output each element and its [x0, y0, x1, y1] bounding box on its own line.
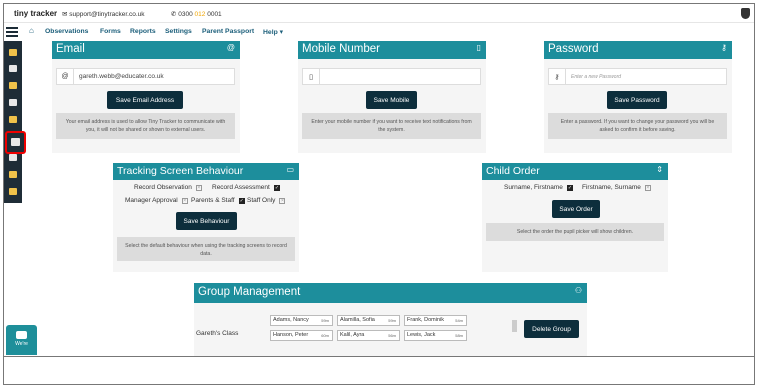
manager-approval-checkbox[interactable]: ×	[181, 197, 188, 204]
staff-only-checkbox[interactable]: ×	[279, 197, 286, 204]
password-note: Enter a password. If you want to change …	[548, 113, 727, 139]
password-field[interactable]: ⚷ Enter a new Password	[548, 68, 727, 85]
calendar-icon[interactable]	[9, 116, 17, 123]
save-order-button[interactable]: Save Order	[552, 200, 600, 218]
shield-icon[interactable]	[741, 8, 750, 19]
option-record-observation[interactable]: Record Observation ×	[134, 184, 202, 191]
child-chip[interactable]: Alamilla, Sofia 59m	[337, 315, 400, 326]
nav-settings[interactable]: Settings	[165, 28, 192, 35]
group-list-scrollbar[interactable]	[512, 316, 518, 342]
sidebar	[4, 41, 22, 203]
child-order-note: Select the order the pupil picker will s…	[486, 223, 664, 241]
chat-bubble-icon	[16, 331, 27, 339]
logo[interactable]: tiny tracker	[14, 9, 57, 18]
group-children-list[interactable]: Adams, Nancy 59m Alamilla, Sofia 59m Frank…	[267, 312, 509, 344]
home-icon[interactable]: ⌂	[29, 26, 34, 35]
user-edit-icon[interactable]	[9, 154, 17, 161]
group-users-icon: ⚇	[574, 286, 582, 295]
tracking-card-header: Tracking Screen Behaviour ▭	[113, 163, 299, 180]
at-sign-icon: @	[57, 69, 74, 84]
sort-icon: ⇕	[656, 165, 663, 174]
key-icon: ⚷	[721, 43, 727, 52]
nav-reports[interactable]: Reports	[130, 28, 156, 35]
group-card-title: Group Management	[198, 286, 301, 298]
support-email[interactable]: ✉ support@tinytracker.co.uk	[62, 10, 145, 18]
save-email-button[interactable]: Save Email Address	[107, 91, 183, 109]
chat-widget[interactable]: We're	[6, 325, 37, 355]
mobile-card-header: Mobile Number ▯	[298, 41, 486, 59]
tracking-card-title: Tracking Screen Behaviour	[117, 165, 244, 177]
password-card-title: Password	[548, 43, 599, 55]
mobile-field[interactable]: ▯	[302, 68, 481, 85]
delete-group-button[interactable]: Delete Group	[524, 320, 579, 338]
email-note: Your email address is used to allow Tiny…	[56, 113, 235, 139]
group-card-header: Group Management ⚇	[194, 283, 587, 303]
child-chip[interactable]: Kalil, Ayra 56m	[337, 330, 400, 341]
mobile-phone-icon: ▯	[476, 43, 481, 52]
firstname-surname-checkbox[interactable]: ×	[644, 184, 651, 191]
password-placeholder[interactable]: Enter a new Password	[566, 74, 621, 80]
email-field[interactable]: @ gareth.webb@educater.co.uk	[56, 68, 235, 85]
trophy-icon[interactable]	[9, 99, 17, 106]
child-chip[interactable]: Frank, Dominik 54m	[404, 315, 467, 326]
child-order-card-title: Child Order	[486, 165, 540, 177]
support-phone[interactable]: ✆ 0300 012 0001	[171, 10, 222, 18]
tracking-note: Select the default behaviour when using …	[117, 237, 295, 261]
folder-icon[interactable]	[9, 171, 17, 178]
mobile-note: Enter your mobile number if you want to …	[302, 113, 481, 139]
chat-label: We're	[15, 341, 28, 347]
add-icon[interactable]	[9, 188, 17, 195]
child-chip[interactable]: Adams, Nancy 59m	[270, 315, 333, 326]
tablet-icon: ▭	[286, 165, 294, 174]
child-chip[interactable]: Hanson, Peter 60m	[270, 330, 333, 341]
surname-firstname-checkbox[interactable]: ✓	[566, 184, 573, 191]
phone-field-icon: ▯	[303, 69, 320, 84]
nav-observations[interactable]: Observations	[45, 28, 88, 35]
dashboard-icon[interactable]	[9, 49, 17, 56]
nav-parent-passport[interactable]: Parent Passport	[202, 28, 254, 35]
option-manager-approval[interactable]: Manager Approval ×	[125, 197, 188, 204]
option-firstname-surname[interactable]: Firstname, Surname ×	[582, 184, 651, 191]
settings-page-icon	[11, 138, 20, 146]
parents-staff-checkbox[interactable]: ✓	[238, 197, 245, 204]
save-mobile-button[interactable]: Save Mobile	[366, 91, 417, 109]
mobile-card-title: Mobile Number	[302, 43, 380, 55]
app-window: tiny tracker ✉ support@tinytracker.co.uk…	[3, 3, 755, 385]
email-value[interactable]: gareth.webb@educater.co.uk	[74, 73, 164, 80]
person-icon[interactable]	[9, 82, 17, 89]
document-icon[interactable]	[9, 65, 17, 72]
sidebar-item-settings-selected[interactable]	[5, 131, 26, 154]
record-assessment-checkbox[interactable]: ✓	[273, 184, 280, 191]
top-bar: tiny tracker ✉ support@tinytracker.co.uk…	[4, 4, 754, 23]
main-nav: ⌂ Observations Forms Reports Settings Pa…	[4, 23, 754, 41]
menu-icon[interactable]	[6, 27, 18, 37]
save-password-button[interactable]: Save Password	[607, 91, 667, 109]
save-behaviour-button[interactable]: Save Behaviour	[176, 212, 237, 230]
record-observation-checkbox[interactable]: ×	[195, 184, 202, 191]
child-chip[interactable]: Lewis, Jack 58m	[404, 330, 467, 341]
option-record-assessment[interactable]: Record Assessment ✓	[212, 184, 280, 191]
nav-forms[interactable]: Forms	[100, 28, 121, 35]
key-field-icon: ⚷	[549, 69, 566, 84]
email-card-header: Email @	[52, 41, 240, 59]
at-icon: @	[226, 43, 235, 52]
option-staff-only[interactable]: Staff Only ×	[247, 197, 286, 204]
option-surname-firstname[interactable]: Surname, Firstname ✓	[504, 184, 573, 191]
option-parents-staff[interactable]: Parents & Staff ✓	[191, 197, 245, 204]
divider	[4, 356, 754, 357]
nav-help[interactable]: Help ▾	[263, 28, 283, 36]
email-card-title: Email	[56, 43, 85, 55]
child-order-card-header: Child Order ⇕	[482, 163, 668, 180]
group-class-label: Gareth's Class	[196, 330, 239, 337]
password-card-header: Password ⚷	[544, 41, 732, 59]
